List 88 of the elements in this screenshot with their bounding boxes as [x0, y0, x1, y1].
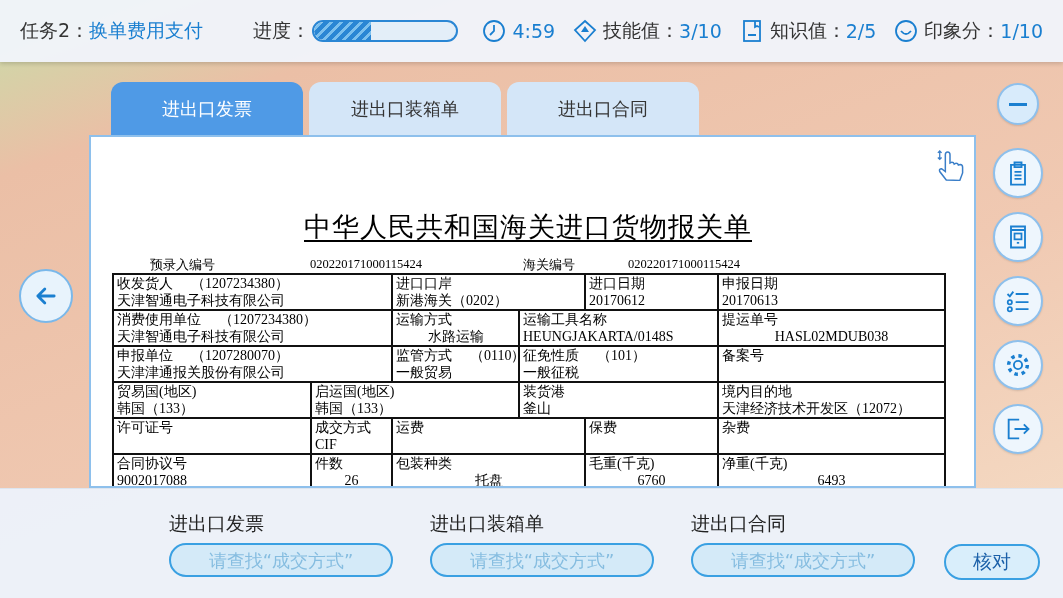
field-value: 水路运输: [427, 329, 484, 344]
stat-label: 印象分：: [924, 18, 1001, 43]
field-label: 监管方式: [396, 348, 452, 363]
field-label: 件数: [315, 456, 343, 471]
exit-button[interactable]: [993, 404, 1043, 454]
stat-value: 4:59: [512, 20, 556, 42]
answer-title: 进出口发票: [169, 511, 265, 536]
clock-icon: [482, 19, 507, 43]
field-label: 运输工具名称: [523, 312, 607, 327]
field-value: 天津津通报关股份有限公司: [117, 365, 285, 380]
clipboard-button[interactable]: [993, 148, 1043, 198]
progress-label: 进度：: [253, 18, 311, 43]
field-label: 装货港: [523, 384, 565, 399]
stat-label: 技能值：: [603, 18, 680, 43]
field-label: 包装种类: [396, 456, 452, 471]
field-value: 一般贸易: [396, 365, 452, 380]
field-label: 运输方式: [396, 312, 452, 327]
stat-value: 3/10: [679, 20, 722, 42]
field-value: HASL02MDUB038: [774, 329, 889, 344]
diamond-icon: [573, 19, 598, 43]
field-label: 许可证号: [117, 420, 173, 435]
settings-icon: [1004, 351, 1032, 379]
field-label: 进口口岸: [396, 276, 452, 291]
field-label: 进口日期: [589, 276, 645, 291]
customs-number-label: 海关编号: [523, 257, 576, 273]
back-button[interactable]: [19, 269, 73, 323]
field-value: 天津经济技术开发区（12072）: [722, 401, 911, 416]
minus-icon: [1009, 102, 1027, 106]
field-label: 收发货人: [117, 276, 173, 291]
field-value: 釜山: [523, 401, 551, 416]
field-label: 消费使用单位: [117, 312, 201, 327]
task-label: 任务2：: [20, 18, 90, 43]
field-label: 征免性质: [523, 348, 579, 363]
field-value: 6493: [817, 473, 846, 486]
field-label: 保费: [589, 420, 617, 435]
field-label: 净重(千克): [722, 456, 788, 471]
field-value: 新港海关（0202）: [396, 293, 508, 308]
field-code: （1207234380）: [191, 276, 289, 291]
hand-pointer-icon: [936, 149, 964, 181]
field-code: （1207280070）: [191, 348, 289, 363]
stat-label: 知识值：: [769, 18, 846, 43]
field-value: 6760: [637, 473, 666, 486]
field-code: （101）: [597, 348, 646, 363]
document-tab[interactable]: 进出口装箱单: [309, 82, 501, 135]
customs-number: 020220171000115424: [628, 257, 741, 273]
checklist-button[interactable]: [993, 276, 1043, 326]
field-value: 韩国（133）: [117, 401, 194, 416]
field-label: 合同协议号: [117, 456, 187, 471]
field-value: 26: [344, 473, 359, 486]
pre-entry-number: 020220171000115424: [310, 257, 424, 273]
field-code: （0110）: [470, 348, 518, 363]
field-value: 一般征税: [523, 365, 579, 380]
field-value: 20170613: [722, 293, 778, 308]
smiley-icon: [894, 19, 919, 43]
field-value: 20170612: [589, 293, 645, 308]
book-button[interactable]: [993, 212, 1043, 262]
answer-field[interactable]: 请查找“成交方式”: [691, 543, 915, 577]
field-value: 天津智通电子科技有限公司: [117, 293, 285, 308]
field-value: 9002017088: [117, 473, 187, 486]
field-code: （1207234380）: [219, 312, 317, 327]
minimize-button[interactable]: [997, 83, 1039, 125]
field-value: CIF: [315, 437, 337, 452]
stat-value: 2/5: [845, 20, 877, 42]
field-label: 备案号: [722, 348, 764, 363]
answer-title: 进出口合同: [691, 511, 787, 536]
check-button[interactable]: 核对: [944, 544, 1040, 580]
answer-field[interactable]: 请查找“成交方式”: [169, 543, 393, 577]
field-value: 韩国（133）: [315, 401, 392, 416]
document-title: 中华人民共和国海关进口货物报关单: [303, 211, 753, 244]
pre-entry-label: 预录入编号: [150, 257, 216, 273]
task-name: 换单费用支付: [89, 18, 204, 43]
answer-field[interactable]: 请查找“成交方式”: [430, 543, 654, 577]
field-label: 贸易国(地区): [117, 384, 197, 399]
field-label: 杂费: [722, 420, 750, 435]
field-label: 提运单号: [722, 312, 778, 327]
answer-title: 进出口装箱单: [430, 511, 545, 536]
field-label: 成交方式: [315, 420, 371, 435]
field-label: 毛重(千克): [589, 456, 655, 471]
stat-value: 1/10: [1000, 20, 1043, 42]
settings-button[interactable]: [993, 340, 1043, 390]
field-label: 申报日期: [722, 276, 778, 291]
field-label: 申报单位: [117, 348, 173, 363]
field-value: 天津智通电子科技有限公司: [117, 329, 285, 344]
field-label: 运费: [396, 420, 424, 435]
field-label: 境内目的地: [722, 384, 792, 399]
field-label: 启运国(地区): [315, 384, 395, 399]
document-tab[interactable]: 进出口合同: [507, 82, 699, 135]
field-value: HEUNGJAKARTA/0148S: [523, 329, 674, 344]
